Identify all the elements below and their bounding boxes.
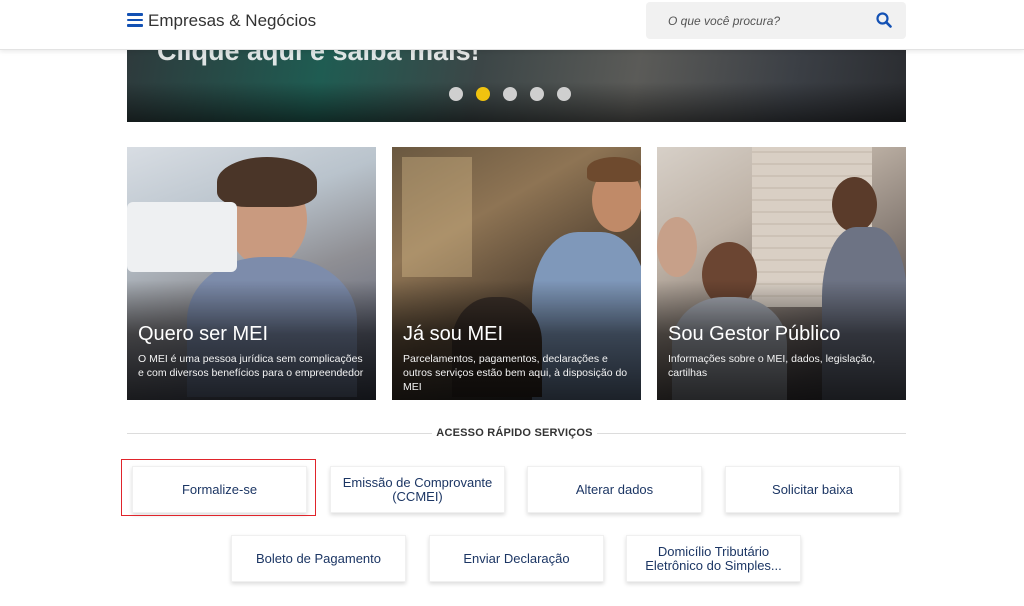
carousel-dot-1[interactable] xyxy=(449,87,463,101)
search-box xyxy=(646,2,906,39)
section-label: ACESSO RÁPIDO SERVIÇOS xyxy=(436,427,593,439)
carousel-dots xyxy=(449,87,571,101)
enviar-declaracao-button[interactable]: Enviar Declaração xyxy=(429,535,604,582)
site-header: Empresas & Negócios xyxy=(0,0,1024,50)
hamburger-menu-icon[interactable] xyxy=(127,13,143,27)
site-brand[interactable]: Empresas & Negócios xyxy=(148,11,316,31)
divider xyxy=(127,433,432,434)
formalize-se-button[interactable]: Formalize-se xyxy=(132,466,307,513)
card-title: Sou Gestor Público xyxy=(668,323,841,345)
search-input[interactable] xyxy=(646,2,866,39)
card-description: O MEI é uma pessoa jurídica sem complica… xyxy=(138,353,364,379)
carousel-dot-3[interactable] xyxy=(503,87,517,101)
carousel-dot-4[interactable] xyxy=(530,87,544,101)
banner-carousel[interactable]: Clique aqui e saiba mais! xyxy=(127,50,906,122)
card-sou-gestor-publico[interactable]: Sou Gestor Público Informações sobre o M… xyxy=(657,147,906,400)
card-ja-sou-mei[interactable]: Já sou MEI Parcelamentos, pagamentos, de… xyxy=(392,147,641,400)
search-icon[interactable] xyxy=(875,11,893,29)
domicilio-tributario-button[interactable]: Domicílio Tributário Eletrônico do Simpl… xyxy=(626,535,801,582)
solicitar-baixa-button[interactable]: Solicitar baixa xyxy=(725,466,900,513)
card-title: Quero ser MEI xyxy=(138,323,269,345)
banner-text[interactable]: Clique aqui e saiba mais! xyxy=(157,50,480,67)
alterar-dados-button[interactable]: Alterar dados xyxy=(527,466,702,513)
carousel-dot-2[interactable] xyxy=(476,87,490,101)
card-description: Informações sobre o MEI, dados, legislaç… xyxy=(668,353,876,379)
divider xyxy=(597,433,906,434)
emissao-comprovante-button[interactable]: Emissão de Comprovante (CCMEI) xyxy=(330,466,505,513)
card-description: Parcelamentos, pagamentos, declarações e… xyxy=(403,353,628,393)
boleto-pagamento-button[interactable]: Boleto de Pagamento xyxy=(231,535,406,582)
card-title: Já sou MEI xyxy=(403,323,504,345)
quick-access-section-title: ACESSO RÁPIDO SERVIÇOS xyxy=(127,426,906,442)
card-quero-ser-mei[interactable]: Quero ser MEI O MEI é uma pessoa jurídic… xyxy=(127,147,376,400)
carousel-dot-5[interactable] xyxy=(557,87,571,101)
